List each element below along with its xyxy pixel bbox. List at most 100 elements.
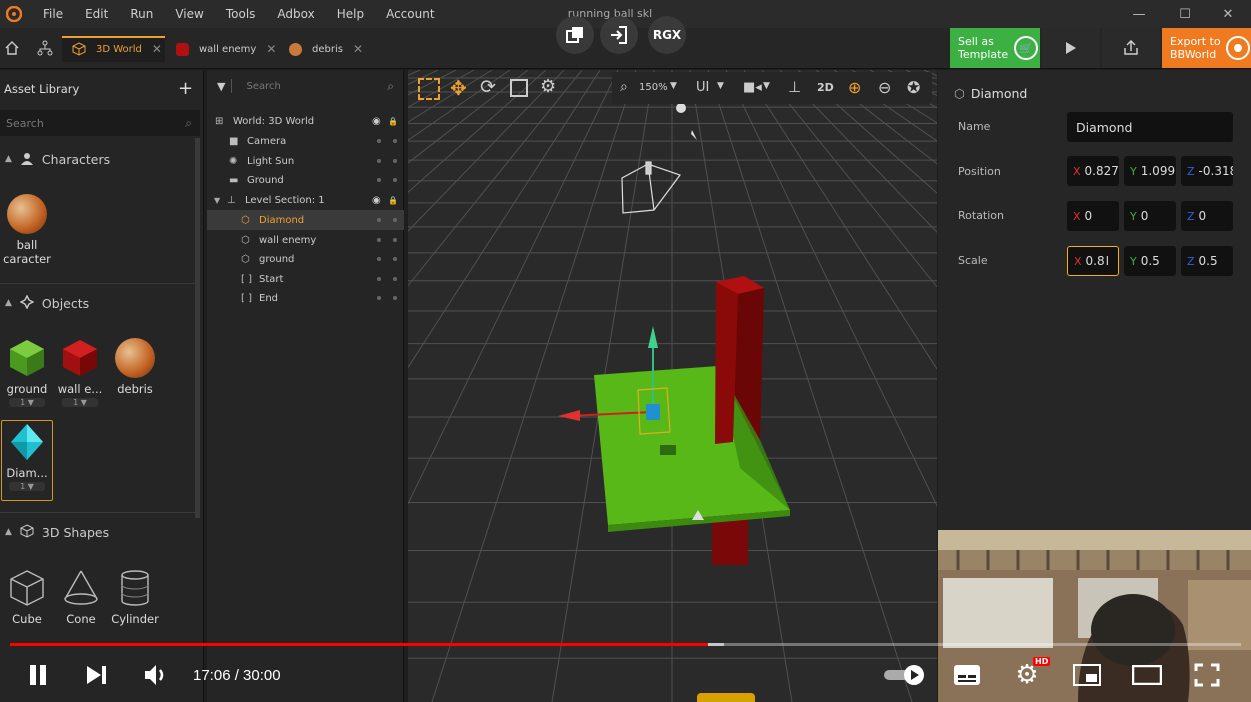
axes-icon[interactable]: ⊥ [788, 78, 801, 96]
close-tab-icon[interactable]: ✕ [266, 42, 276, 56]
home-icon[interactable] [4, 40, 22, 58]
physics-icon[interactable]: ✪ [907, 78, 920, 97]
count-badge[interactable]: 1 ▼ [62, 398, 98, 407]
menu-view[interactable]: View [164, 7, 214, 21]
tree-row-wall-enemy[interactable]: ⬡ wall enemy [207, 230, 404, 250]
pause-button[interactable] [18, 655, 58, 695]
rotate-icon[interactable]: ⟳ [480, 76, 496, 98]
toggle-dot-icon[interactable] [377, 218, 381, 222]
camera-dropdown-icon[interactable]: ▼ [763, 81, 770, 91]
shape-cylinder[interactable]: Cylinder [109, 568, 161, 626]
tree-row-light-sun[interactable]: ✺ Light Sun [207, 151, 404, 171]
asset-search-input[interactable]: Search ⌕ [0, 110, 200, 136]
asset-ball-caracter[interactable]: ball caracter [1, 194, 53, 266]
miniplayer-button[interactable] [1067, 655, 1107, 695]
toggle-dot-icon[interactable] [393, 238, 397, 242]
asset-ground[interactable]: ground 1 ▼ [1, 338, 53, 407]
rotation-y-field[interactable]: Y0 [1124, 201, 1176, 231]
volume-button[interactable] [136, 655, 176, 695]
toggle-dot-icon[interactable] [393, 296, 397, 300]
menu-help[interactable]: Help [326, 7, 375, 21]
theater-button[interactable] [1127, 655, 1167, 695]
shape-cone[interactable]: Cone [55, 568, 107, 626]
popout-button[interactable] [556, 16, 594, 54]
position-z-field[interactable]: Z-0.318 [1181, 156, 1233, 186]
minimize-icon[interactable]: — [1116, 0, 1162, 28]
settings-button[interactable]: ⚙ HD [1007, 655, 1051, 695]
tree-row-end[interactable]: [ ] End [207, 288, 404, 308]
menu-adbox[interactable]: Adbox [266, 7, 325, 21]
autoplay-toggle[interactable] [880, 655, 930, 695]
rgx-button[interactable]: RGX [648, 16, 686, 54]
section-characters[interactable]: ▲ Characters [5, 148, 110, 170]
add-asset-icon[interactable]: + [178, 78, 193, 99]
tree-row-world[interactable]: ⊞ World: 3D World ◉ 🔒 [207, 111, 404, 131]
play-button[interactable] [1042, 28, 1100, 68]
tree-row-start[interactable]: [ ] Start [207, 269, 404, 289]
toggle-dot-icon[interactable] [377, 238, 381, 242]
asset-debris[interactable]: debris [109, 338, 161, 396]
toggle-dot-icon[interactable] [377, 277, 381, 281]
tree-row-level-section[interactable]: ▼ ⊥ Level Section: 1 ◉ 🔒 [207, 190, 404, 210]
export-bbworld-button[interactable]: Export to BBWorld [1162, 28, 1251, 68]
scale-z-field[interactable]: Z 0.5 [1181, 246, 1233, 276]
asset-diamond[interactable]: Diam... 1 ▼ [1, 422, 53, 491]
close-tab-icon[interactable]: ✕ [152, 42, 162, 56]
tree-row-ground[interactable]: ▬ Ground [207, 170, 404, 190]
toggle-dot-icon[interactable] [377, 178, 381, 182]
close-icon[interactable]: ✕ [1205, 0, 1251, 28]
zoom-value[interactable]: 150% [639, 82, 668, 93]
menu-file[interactable]: File [32, 7, 74, 21]
close-tab-icon[interactable]: ✕ [353, 42, 363, 56]
toggle-dot-icon[interactable] [393, 218, 397, 222]
count-badge[interactable]: 1 ▼ [9, 398, 45, 407]
toggle-dot-icon[interactable] [393, 178, 397, 182]
snap-gear-icon[interactable]: ⚙ [540, 76, 556, 97]
visibility-icon[interactable]: ◉ [372, 195, 381, 206]
asset-scrollbar[interactable] [195, 138, 200, 518]
shape-cube[interactable]: Cube [1, 568, 53, 626]
subtitles-button[interactable] [947, 655, 987, 695]
scale-y-field[interactable]: Y 0.5 [1124, 246, 1176, 276]
next-button[interactable] [76, 655, 116, 695]
toggle-dot-icon[interactable] [377, 139, 381, 143]
ui-dropdown-icon[interactable]: ▼ [717, 81, 724, 91]
position-y-field[interactable]: Y 1.099 [1124, 156, 1176, 186]
menu-tools[interactable]: Tools [215, 7, 267, 21]
tree-row-camera[interactable]: ■ Camera [207, 131, 404, 151]
tree-row-diamond[interactable]: ⬡ Diamond [207, 210, 404, 230]
toggle-dot-icon[interactable] [377, 296, 381, 300]
toggle-dot-icon[interactable] [393, 139, 397, 143]
lock-icon[interactable]: 🔒 [388, 117, 398, 126]
fullscreen-button[interactable] [1187, 655, 1227, 695]
move-icon[interactable]: ✥ [450, 76, 467, 100]
3d-viewport[interactable] [408, 70, 937, 702]
position-x-field[interactable]: X 0.827 [1067, 156, 1119, 186]
enter-button[interactable] [600, 16, 638, 54]
filter-icon[interactable]: ▼ [217, 80, 225, 93]
tab-debris[interactable]: debris ✕ [289, 37, 363, 61]
menu-run[interactable]: Run [119, 7, 164, 21]
scale-x-field[interactable]: X 0.8 I [1067, 246, 1119, 276]
world-space-icon[interactable]: ⊖ [878, 78, 891, 97]
camera-view-icon[interactable]: ■◂ [743, 80, 762, 95]
section-3d-shapes[interactable]: ▲ 3D Shapes [5, 521, 109, 543]
zoom-dropdown-icon[interactable]: ▼ [670, 81, 677, 91]
menu-account[interactable]: Account [375, 7, 445, 21]
tree-search-bar[interactable]: ▼ Search ⌕ [207, 72, 404, 100]
lock-icon[interactable]: 🔒 [388, 196, 398, 205]
toggle-dot-icon[interactable] [377, 159, 381, 163]
globe-active-icon[interactable]: ⊕ [848, 78, 861, 97]
toggle-dot-icon[interactable] [393, 159, 397, 163]
ui-toggle[interactable]: UI [696, 80, 709, 95]
hierarchy-icon[interactable] [37, 40, 55, 58]
rotation-z-field[interactable]: Z0 [1181, 201, 1233, 231]
maximize-icon[interactable]: ☐ [1162, 0, 1208, 28]
share-button[interactable] [1102, 28, 1160, 68]
count-badge[interactable]: 1 ▼ [9, 482, 45, 491]
mode-2d-toggle[interactable]: 2D [817, 81, 834, 94]
tab-wall-enemy[interactable]: wall enemy ✕ [176, 37, 276, 61]
asset-wall-enemy[interactable]: wall e... 1 ▼ [54, 338, 106, 407]
tree-row-ground-child[interactable]: ⬡ ground [207, 249, 404, 269]
expand-icon[interactable]: ▼ [214, 196, 220, 205]
